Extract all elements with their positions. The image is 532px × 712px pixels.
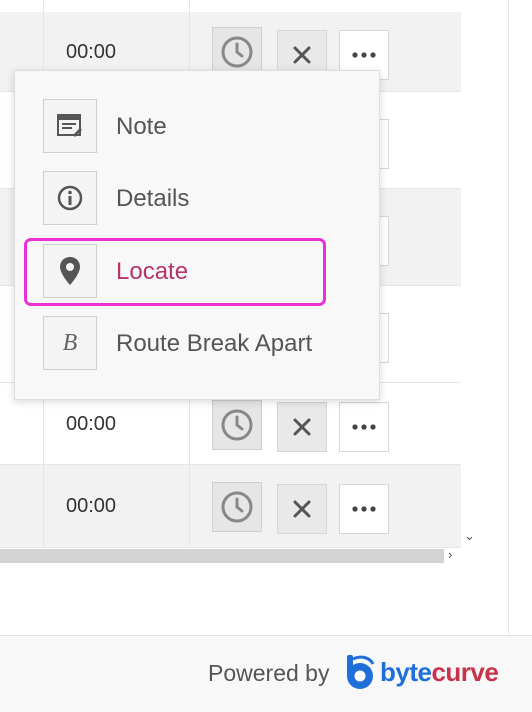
more-button[interactable] xyxy=(339,484,389,534)
scroll-right-arrow-icon[interactable]: › xyxy=(448,547,452,562)
close-icon xyxy=(293,418,311,436)
close-icon xyxy=(293,500,311,518)
more-dots-icon xyxy=(352,506,376,512)
brand-suffix: curve xyxy=(431,657,499,687)
more-dots-icon xyxy=(352,424,376,430)
time-cell: 00:00 xyxy=(66,413,117,435)
brand-name: bytecurve xyxy=(380,657,499,688)
remove-button[interactable] xyxy=(277,402,327,452)
clock-button[interactable] xyxy=(212,400,262,450)
menu-item-route-break-apart[interactable]: B Route Break Apart xyxy=(15,316,379,376)
menu-item-label: Note xyxy=(116,113,167,140)
italic-b-icon-box: B xyxy=(43,316,97,370)
note-icon xyxy=(57,114,82,137)
powered-by-text: Powered by xyxy=(208,660,330,686)
clock-icon xyxy=(221,491,253,523)
clock-icon xyxy=(221,36,253,68)
note-icon-box xyxy=(43,99,97,153)
context-menu: Note Details Locate B Route Break Apart xyxy=(14,70,380,400)
menu-item-label: Details xyxy=(116,185,190,212)
more-dots-icon xyxy=(352,52,376,58)
bytecurve-logo-icon xyxy=(347,655,375,689)
more-button[interactable] xyxy=(339,402,389,452)
time-cell: 00:00 xyxy=(66,495,117,517)
close-icon xyxy=(293,46,311,64)
scroll-down-arrow-icon[interactable]: ⌄ xyxy=(464,528,475,544)
menu-item-note[interactable]: Note xyxy=(15,99,379,159)
info-icon-box xyxy=(43,171,97,225)
vertical-scrollbar[interactable]: ⌄ xyxy=(461,0,479,565)
menu-item-details[interactable]: Details xyxy=(15,171,379,231)
brand-prefix: byte xyxy=(380,657,432,687)
remove-button[interactable] xyxy=(277,484,327,534)
clock-icon xyxy=(221,409,253,441)
horizontal-scroll-thumb[interactable] xyxy=(0,549,444,563)
locate-highlight-outline xyxy=(24,238,326,306)
time-cell: 00:00 xyxy=(66,41,117,63)
info-icon xyxy=(57,185,83,211)
italic-b-icon: B xyxy=(62,329,78,356)
menu-item-label: Route Break Apart xyxy=(116,330,313,357)
clock-button[interactable] xyxy=(212,482,262,532)
